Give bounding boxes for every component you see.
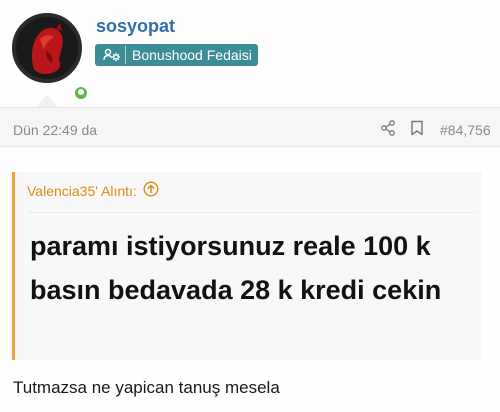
quote-attribution-label[interactable]: Valencia35' Alıntı: [27, 183, 137, 199]
post-meta-bar: Dün 22:49 da #84,756 [0, 108, 500, 147]
post-body-text: Tutmazsa ne yapican tanuş mesela [13, 378, 280, 397]
avatar-container[interactable] [12, 13, 90, 102]
avatar[interactable] [12, 13, 82, 83]
post-number-link[interactable]: #84,756 [440, 122, 491, 138]
post-timestamp[interactable]: Dün 22:49 da [13, 122, 97, 138]
avatar-image [16, 17, 78, 79]
badge-label: Bonushood Fedaisi [132, 47, 252, 63]
quote-divider [28, 212, 478, 213]
bookmark-icon[interactable] [410, 120, 424, 141]
share-icon[interactable] [380, 120, 396, 141]
username-link[interactable]: sosyopat [96, 16, 175, 37]
users-cog-icon [99, 46, 126, 64]
quote-attribution[interactable]: Valencia35' Alıntı: [27, 181, 159, 200]
quote-content: paramı istiyorsunuz reale 100 k basın be… [30, 231, 442, 305]
arrow-circle-up-icon[interactable] [143, 181, 159, 200]
quote-block: Valencia35' Alıntı: paramı istiyorsunuz … [12, 172, 482, 360]
post-user-header: sosyopat Bonushood Fedaisi [0, 0, 500, 108]
online-status-indicator [72, 84, 90, 102]
user-title-badge: Bonushood Fedaisi [95, 44, 258, 66]
